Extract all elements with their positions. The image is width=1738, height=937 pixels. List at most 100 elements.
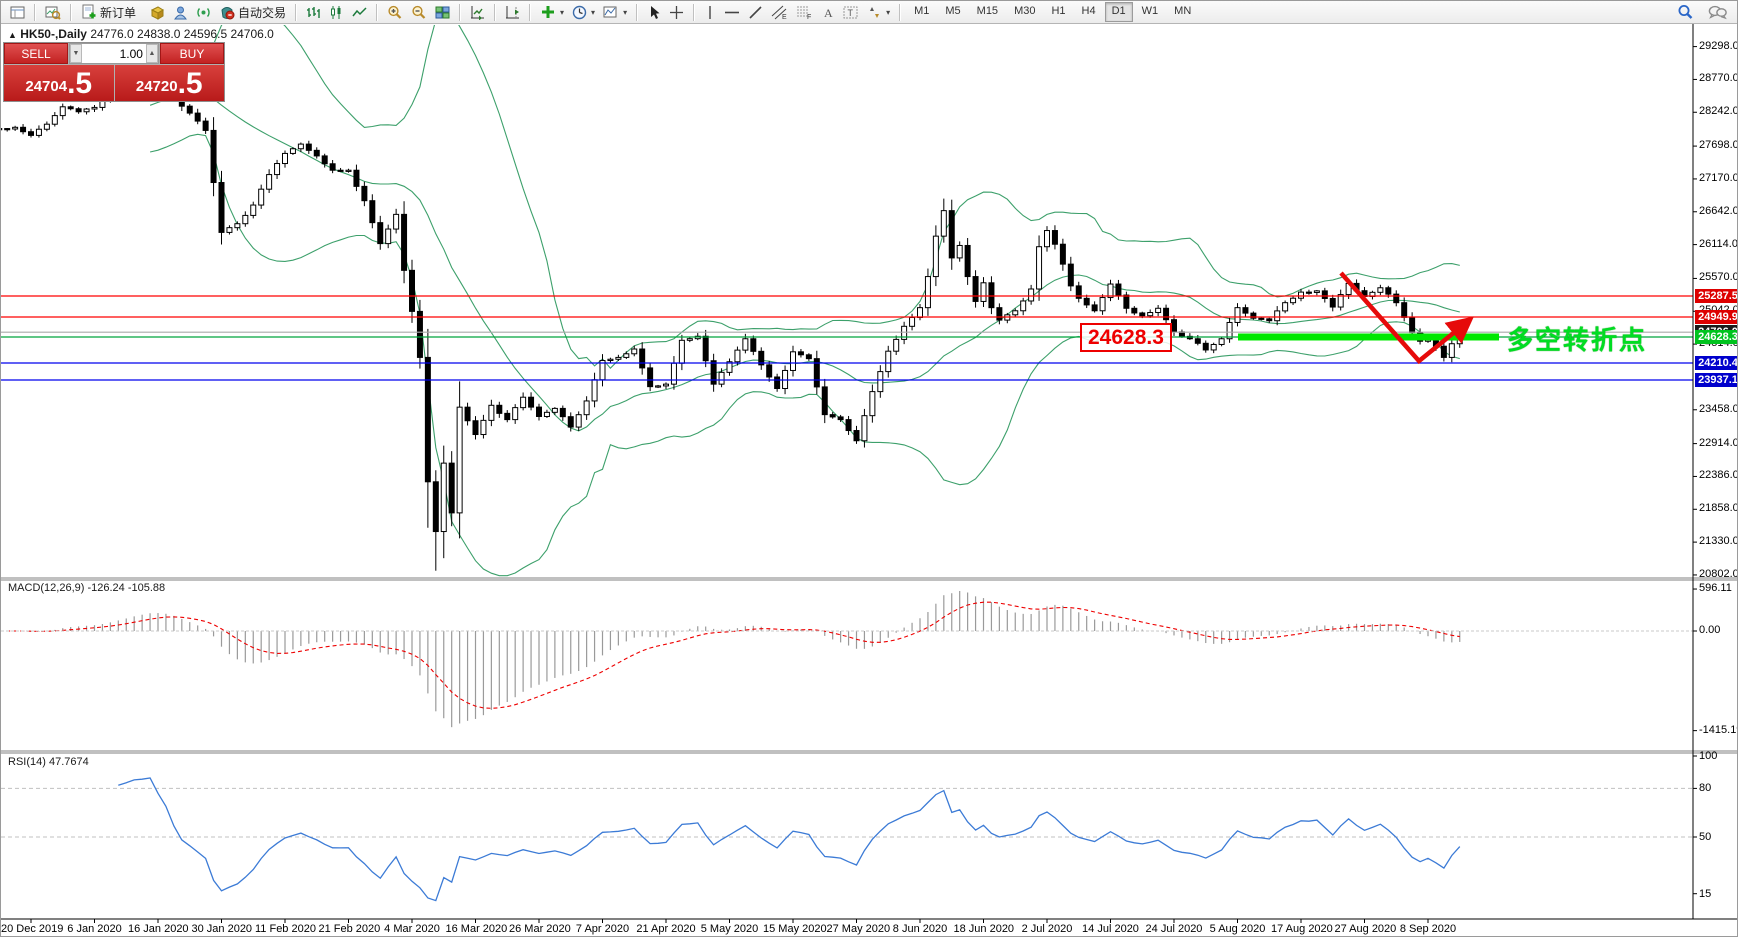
line-chart-mode-icon[interactable] — [348, 2, 371, 23]
time-axis-label: 27 Aug 2020 — [1335, 923, 1395, 935]
timeframe-group: M1M5M15M30H1H4D1W1MN — [903, 2, 1202, 23]
time-axis-label: 5 May 2020 — [700, 923, 760, 935]
timeframe-button-m5[interactable]: M5 — [938, 2, 967, 22]
zoom-in-icon[interactable] — [383, 2, 407, 23]
macd-axis-label: 0.00 — [1699, 624, 1720, 636]
fibonacci-tool-icon[interactable]: F — [792, 2, 817, 23]
buy-price-main: 24720 — [136, 75, 178, 99]
price-axis-label: 23458.0 — [1699, 403, 1738, 415]
price-level-tag: 24210.4 — [1695, 356, 1738, 370]
horizontal-line-tool-icon[interactable] — [720, 2, 744, 23]
time-axis-label: 17 Aug 2020 — [1271, 923, 1331, 935]
chat-icon[interactable] — [1704, 2, 1731, 23]
rsi-axis-label: 80 — [1699, 782, 1711, 794]
symbol-period-label: HK50-,Daily — [20, 27, 87, 41]
new-order-label: 新订单 — [100, 4, 136, 21]
rsi-axis-label: 100 — [1699, 750, 1717, 762]
turning-point-annotation[interactable]: 多空转折点 — [1507, 320, 1647, 357]
search-icon[interactable] — [1673, 2, 1698, 23]
time-axis-label: 5 Aug 2020 — [1208, 923, 1268, 935]
price-axis-label: 25570.0 — [1699, 271, 1738, 283]
time-axis-label: 7 Apr 2020 — [573, 923, 633, 935]
rsi-pane-label: RSI(14) 47.7674 — [8, 756, 89, 768]
auto-scroll-icon[interactable] — [466, 2, 489, 23]
price-axis-label: 21858.0 — [1699, 502, 1738, 514]
chart-window-icon[interactable] — [6, 2, 29, 23]
equidistant-channel-tool-icon[interactable]: E — [767, 2, 792, 23]
sell-price-fraction: .5 — [67, 69, 92, 99]
vertical-line-tool-icon[interactable] — [700, 2, 720, 23]
price-axis-label: 27698.0 — [1699, 139, 1738, 151]
time-axis-label: 2 Jul 2020 — [1017, 923, 1077, 935]
rsi-axis-label: 50 — [1699, 831, 1711, 843]
trendline-tool-icon[interactable] — [744, 2, 767, 23]
volume-input[interactable] — [82, 44, 146, 63]
time-axis-label: 11 Feb 2020 — [255, 923, 315, 935]
mql5-community-icon[interactable] — [169, 2, 192, 23]
price-axis-label: 28770.0 — [1699, 72, 1738, 84]
timeframe-button-h4[interactable]: H4 — [1075, 2, 1103, 22]
signals-icon[interactable] — [192, 2, 215, 23]
chart-preview-icon[interactable] — [41, 2, 65, 23]
time-axis-label: 4 Mar 2020 — [382, 923, 442, 935]
chart-shift-icon[interactable] — [501, 2, 524, 23]
svg-text:F: F — [807, 14, 811, 20]
price-level-tag: 24949.9 — [1695, 310, 1738, 324]
bar-chart-mode-icon[interactable] — [302, 2, 325, 23]
add-indicator-button[interactable]: ▾ — [536, 2, 568, 23]
time-axis-label: 20 Dec 2019 — [1, 923, 61, 935]
timeframe-button-mn[interactable]: MN — [1167, 2, 1198, 22]
volume-decrease-button[interactable]: ▼ — [70, 44, 82, 63]
candlestick-mode-icon[interactable] — [325, 2, 348, 23]
price-axis-label: 27170.0 — [1699, 172, 1738, 184]
template-button[interactable]: ▾ — [599, 2, 631, 23]
timeframe-button-m15[interactable]: M15 — [970, 2, 1005, 22]
volume-increase-button[interactable]: ▲ — [146, 44, 158, 63]
sell-price[interactable]: 24704 .5 — [4, 65, 114, 101]
price-annotation-box[interactable]: 24628.3 — [1080, 323, 1172, 352]
macd-pane-label: MACD(12,26,9) -126.24 -105.88 — [8, 582, 165, 594]
timeframe-button-w1[interactable]: W1 — [1135, 2, 1166, 22]
auto-trading-button[interactable]: 自动交易 — [215, 2, 290, 23]
collapse-icon[interactable]: ▲ — [8, 30, 17, 40]
timeframe-button-m30[interactable]: M30 — [1007, 2, 1042, 22]
price-axis-label: 22914.0 — [1699, 437, 1738, 449]
time-axis-label: 21 Feb 2020 — [319, 923, 379, 935]
crosshair-tool-icon[interactable] — [665, 2, 688, 23]
time-axis-label: 16 Mar 2020 — [446, 923, 506, 935]
chart-area[interactable]: ▲ HK50-,Daily 24776.0 24838.0 24596.5 24… — [1, 24, 1738, 937]
macd-axis-label: 596.11 — [1699, 582, 1732, 594]
price-axis-label: 28242.0 — [1699, 105, 1738, 117]
price-axis-label: 26642.0 — [1699, 205, 1738, 217]
new-order-button[interactable]: 新订单 — [77, 2, 140, 23]
time-axis-label: 26 Mar 2020 — [509, 923, 569, 935]
tile-windows-icon[interactable] — [431, 2, 454, 23]
zoom-out-icon[interactable] — [407, 2, 431, 23]
text-label-tool-icon[interactable]: T — [839, 2, 863, 23]
text-tool-icon[interactable]: A — [817, 2, 839, 23]
svg-text:A: A — [824, 6, 833, 20]
market-watch-icon[interactable] — [146, 2, 169, 23]
timeframe-button-h1[interactable]: H1 — [1044, 2, 1072, 22]
chart-title: ▲ HK50-,Daily 24776.0 24838.0 24596.5 24… — [8, 27, 274, 41]
time-axis-label: 8 Sep 2020 — [1398, 923, 1458, 935]
period-clock-button[interactable]: ▾ — [568, 2, 599, 23]
price-level-tag: 23937.1 — [1695, 373, 1738, 387]
sell-button[interactable]: SELL — [4, 43, 68, 64]
price-axis-label: 20802.0 — [1699, 568, 1738, 580]
timeframe-button-d1[interactable]: D1 — [1105, 2, 1133, 22]
arrow-objects-button[interactable]: ▾ — [863, 2, 894, 23]
sell-price-main: 24704 — [25, 75, 67, 99]
ohlc-values: 24776.0 24838.0 24596.5 24706.0 — [90, 27, 274, 41]
buy-button[interactable]: BUY — [160, 43, 224, 64]
one-click-trading-panel: SELL ▼ ▲ BUY 24704 .5 24720 .5 — [3, 42, 225, 102]
timeframe-button-m1[interactable]: M1 — [907, 2, 936, 22]
time-axis-label: 18 Jun 2020 — [954, 923, 1014, 935]
buy-price[interactable]: 24720 .5 — [115, 65, 225, 101]
time-axis-label: 6 Jan 2020 — [65, 923, 125, 935]
macd-axis-label: -1415.19 — [1699, 724, 1738, 736]
price-axis-label: 22386.0 — [1699, 469, 1738, 481]
auto-trading-label: 自动交易 — [238, 4, 286, 21]
cursor-tool-icon[interactable] — [643, 2, 665, 23]
chart-canvas[interactable] — [1, 24, 1738, 937]
